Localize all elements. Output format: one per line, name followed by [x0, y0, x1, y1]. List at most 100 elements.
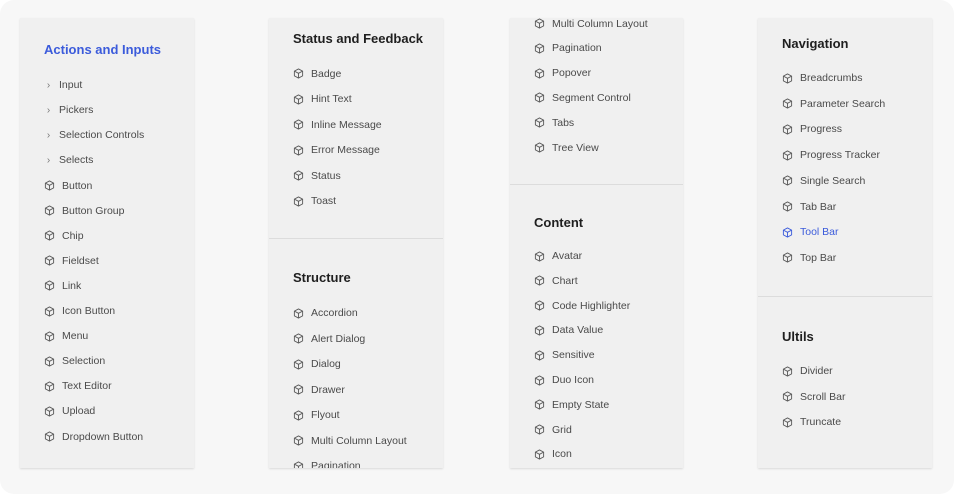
- component-item-button[interactable]: Button: [44, 177, 92, 195]
- section-divider: [269, 238, 443, 239]
- cube-icon: [44, 255, 55, 266]
- cube-icon: [534, 117, 545, 128]
- cube-icon: [534, 43, 545, 54]
- component-item-flyout[interactable]: Flyout: [293, 406, 340, 424]
- component-item-duo-icon[interactable]: Duo Icon: [534, 371, 594, 389]
- component-item-icon-button[interactable]: Icon Button: [44, 302, 115, 320]
- nav-item-label: Selects: [59, 154, 94, 167]
- nav-item-label: Hint Text: [311, 93, 352, 105]
- component-item-divider[interactable]: Divider: [782, 362, 833, 380]
- nav-item-label: Toast: [311, 195, 337, 207]
- component-item-tab-bar[interactable]: Tab Bar: [782, 198, 836, 216]
- component-item-scroll-bar[interactable]: Scroll Bar: [782, 388, 846, 406]
- nav-item-label: Tab Bar: [800, 200, 837, 213]
- section-title-status-feedback[interactable]: Status and Feedback: [293, 31, 423, 46]
- component-item-chip[interactable]: Chip: [44, 227, 84, 245]
- component-item-selection[interactable]: Selection: [44, 352, 105, 370]
- cube-icon: [782, 252, 793, 263]
- panel-navigation-utils: Navigation Breadcrumbs Parameter Search Pr…: [758, 18, 932, 468]
- section-title-utils[interactable]: Ultils: [782, 329, 814, 344]
- component-item-dialog[interactable]: Dialog: [293, 355, 341, 373]
- component-item-inline-message[interactable]: Inline Message: [293, 116, 382, 134]
- cube-icon: [782, 124, 793, 135]
- component-item-upload[interactable]: Upload: [44, 402, 95, 420]
- section-title-navigation[interactable]: Navigation: [782, 36, 848, 51]
- section-title-actions-inputs[interactable]: Actions and Inputs: [44, 42, 161, 57]
- component-item-fieldset[interactable]: Fieldset: [44, 252, 99, 270]
- component-item-multi-column-layout[interactable]: Multi Column Layout: [534, 18, 648, 33]
- nav-item-label: Divider: [800, 365, 833, 377]
- nav-item-label: Pagination: [552, 42, 602, 55]
- component-item-pagination[interactable]: Pagination: [293, 457, 361, 468]
- group-item-selects[interactable]: › Selects: [44, 151, 94, 169]
- component-item-parameter-search[interactable]: Parameter Search: [782, 95, 885, 113]
- section-title-content[interactable]: Content: [534, 215, 583, 230]
- cube-icon: [534, 68, 545, 79]
- component-item-link[interactable]: Link: [44, 277, 81, 295]
- nav-item-label: Link: [62, 279, 82, 292]
- nav-item-label: Data Value: [552, 324, 604, 337]
- nav-item-label: Alert Dialog: [311, 332, 366, 345]
- component-item-chart[interactable]: Chart: [534, 272, 578, 290]
- component-item-menu[interactable]: Menu: [44, 327, 88, 345]
- cube-icon: [44, 205, 55, 216]
- cube-icon: [782, 201, 793, 212]
- component-item-button-group[interactable]: Button Group: [44, 202, 124, 220]
- component-item-empty-state[interactable]: Empty State: [534, 396, 609, 414]
- group-item-selection-controls[interactable]: › Selection Controls: [44, 126, 144, 144]
- component-item-dropdown-button[interactable]: Dropdown Button: [44, 428, 143, 446]
- panel-status-structure: Status and Feedback Badge Hint Text Inline…: [269, 18, 443, 468]
- component-item-multi-column-layout[interactable]: Multi Column Layout: [293, 432, 407, 450]
- component-item-alert-dialog[interactable]: Alert Dialog: [293, 330, 365, 348]
- component-item-progress[interactable]: Progress: [782, 120, 842, 138]
- component-item-status[interactable]: Status: [293, 167, 341, 185]
- component-item-code-highlighter[interactable]: Code Highlighter: [534, 297, 630, 315]
- nav-item-label: Error Message: [311, 144, 380, 156]
- component-item-pagination[interactable]: Pagination: [534, 39, 602, 57]
- component-item-tool-bar[interactable]: Tool Bar: [782, 223, 839, 241]
- component-item-tree-view[interactable]: Tree View: [534, 139, 599, 157]
- cube-icon: [534, 250, 545, 262]
- component-item-badge[interactable]: Badge: [293, 65, 341, 83]
- component-item-accordion[interactable]: Accordion: [293, 304, 358, 322]
- component-item-grid[interactable]: Grid: [534, 421, 572, 439]
- cube-icon: [44, 305, 55, 317]
- cube-icon: [782, 391, 793, 402]
- nav-item-label: Progress Tracker: [800, 149, 880, 162]
- component-item-hint-text[interactable]: Hint Text: [293, 90, 352, 108]
- cube-icon: [293, 409, 304, 421]
- cube-icon: [293, 68, 304, 79]
- cube-icon: [782, 227, 793, 238]
- component-item-popover[interactable]: Popover: [534, 64, 591, 82]
- group-item-input[interactable]: › Input: [44, 76, 83, 94]
- component-item-error-message[interactable]: Error Message: [293, 141, 380, 159]
- component-item-breadcrumbs[interactable]: Breadcrumbs: [782, 69, 862, 87]
- nav-item-label: Upload: [62, 405, 96, 418]
- cube-icon: [782, 150, 793, 161]
- nav-item-label: Single Search: [800, 174, 866, 187]
- cube-icon: [44, 406, 55, 417]
- component-item-segment-control[interactable]: Segment Control: [534, 89, 631, 107]
- nav-item-label: Grid: [552, 423, 572, 436]
- nav-item-label: Breadcrumbs: [800, 72, 863, 84]
- component-item-top-bar[interactable]: Top Bar: [782, 249, 836, 267]
- component-item-drawer[interactable]: Drawer: [293, 381, 345, 399]
- nav-item-label: Avatar: [552, 250, 583, 262]
- cube-icon: [782, 98, 793, 109]
- component-item-progress-tracker[interactable]: Progress Tracker: [782, 146, 880, 164]
- nav-item-label: Popover: [552, 67, 592, 80]
- component-item-tabs[interactable]: Tabs: [534, 114, 574, 132]
- component-item-avatar[interactable]: Avatar: [534, 247, 582, 265]
- group-item-pickers[interactable]: › Pickers: [44, 101, 94, 119]
- component-item-toast[interactable]: Toast: [293, 192, 336, 210]
- component-item-single-search[interactable]: Single Search: [782, 172, 865, 190]
- component-item-icon[interactable]: Icon: [534, 445, 572, 463]
- section-title-structure[interactable]: Structure: [293, 270, 351, 285]
- component-item-truncate[interactable]: Truncate: [782, 413, 841, 431]
- cube-icon: [293, 384, 304, 395]
- cube-icon: [534, 92, 545, 103]
- component-item-sensitive[interactable]: Sensitive: [534, 346, 595, 364]
- cube-icon: [293, 119, 304, 130]
- component-item-data-value[interactable]: Data Value: [534, 321, 603, 339]
- component-item-text-editor[interactable]: Text Editor: [44, 377, 112, 395]
